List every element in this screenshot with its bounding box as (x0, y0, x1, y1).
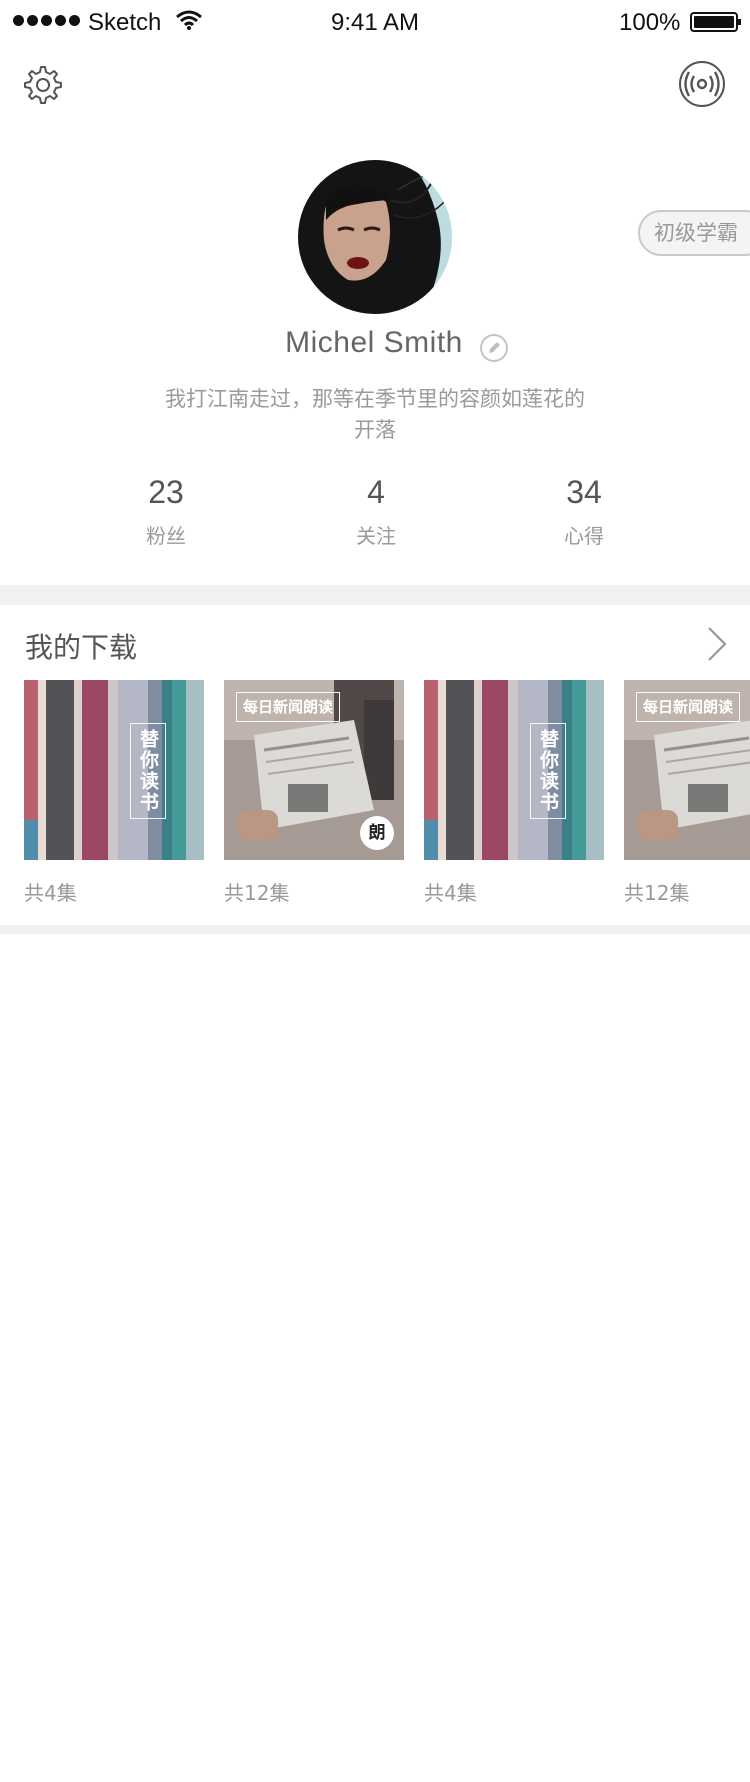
downloads-title: 我的下载 (25, 631, 138, 664)
download-card[interactable]: 每日新闻朗读 共12集 (624, 680, 750, 906)
download-card[interactable]: 替你读书 共4集 (24, 680, 204, 906)
episode-count: 共12集 (224, 881, 290, 905)
user-name-text: Michel Smith (285, 326, 463, 359)
status-bar: Sketch 9:41 AM 100% (0, 0, 750, 44)
stat-following[interactable]: 4 关注 (296, 472, 456, 549)
level-badge[interactable]: 初级学霸 (638, 210, 750, 256)
stat-value: 34 (566, 474, 602, 510)
downloads-list: 替你读书 共4集 每日新闻朗读 朗 共12集 替你读书 共4集 每日新闻朗读 共… (0, 680, 750, 920)
battery-percentage: 100% (619, 9, 681, 36)
profile-stats: 23 粉丝 4 关注 34 心得 (0, 472, 750, 552)
stat-notes[interactable]: 34 心得 (504, 472, 664, 549)
cover-badge: 替你读书 (530, 723, 566, 819)
battery-icon (690, 12, 741, 32)
download-card[interactable]: 每日新闻朗读 朗 共12集 (224, 680, 404, 906)
avatar[interactable] (298, 160, 452, 314)
cover-badge: 每日新闻朗读 (636, 692, 741, 722)
episode-count: 共4集 (24, 881, 77, 905)
stat-value: 4 (367, 474, 385, 510)
cover-badge: 替你读书 (130, 723, 166, 819)
section-divider (0, 925, 750, 934)
stat-label: 粉丝 (146, 524, 186, 548)
cover-image: 每日新闻朗读 (624, 680, 750, 860)
cover-image: 每日新闻朗读 朗 (224, 680, 404, 860)
episode-count: 共4集 (424, 881, 477, 905)
section-divider (0, 585, 750, 605)
broadcast-icon[interactable] (678, 60, 726, 108)
gear-icon[interactable] (22, 64, 64, 106)
download-card[interactable]: 替你读书 共4集 (424, 680, 604, 906)
user-bio: 我打江南走过，那等在季节里的容颜如莲花的开落 (165, 387, 585, 442)
stat-followers[interactable]: 23 粉丝 (86, 472, 246, 549)
chevron-right-icon[interactable] (703, 625, 731, 663)
episode-count: 共12集 (624, 881, 690, 905)
stat-label: 关注 (356, 524, 396, 548)
pencil-icon[interactable] (479, 333, 509, 363)
read-aloud-badge: 朗 (360, 816, 394, 850)
stat-label: 心得 (564, 524, 604, 548)
cover-image: 替你读书 (24, 680, 204, 860)
cover-image: 替你读书 (424, 680, 604, 860)
cover-badge: 每日新闻朗读 (236, 692, 341, 722)
stat-value: 23 (148, 474, 184, 510)
user-name: Michel Smith (0, 326, 750, 360)
